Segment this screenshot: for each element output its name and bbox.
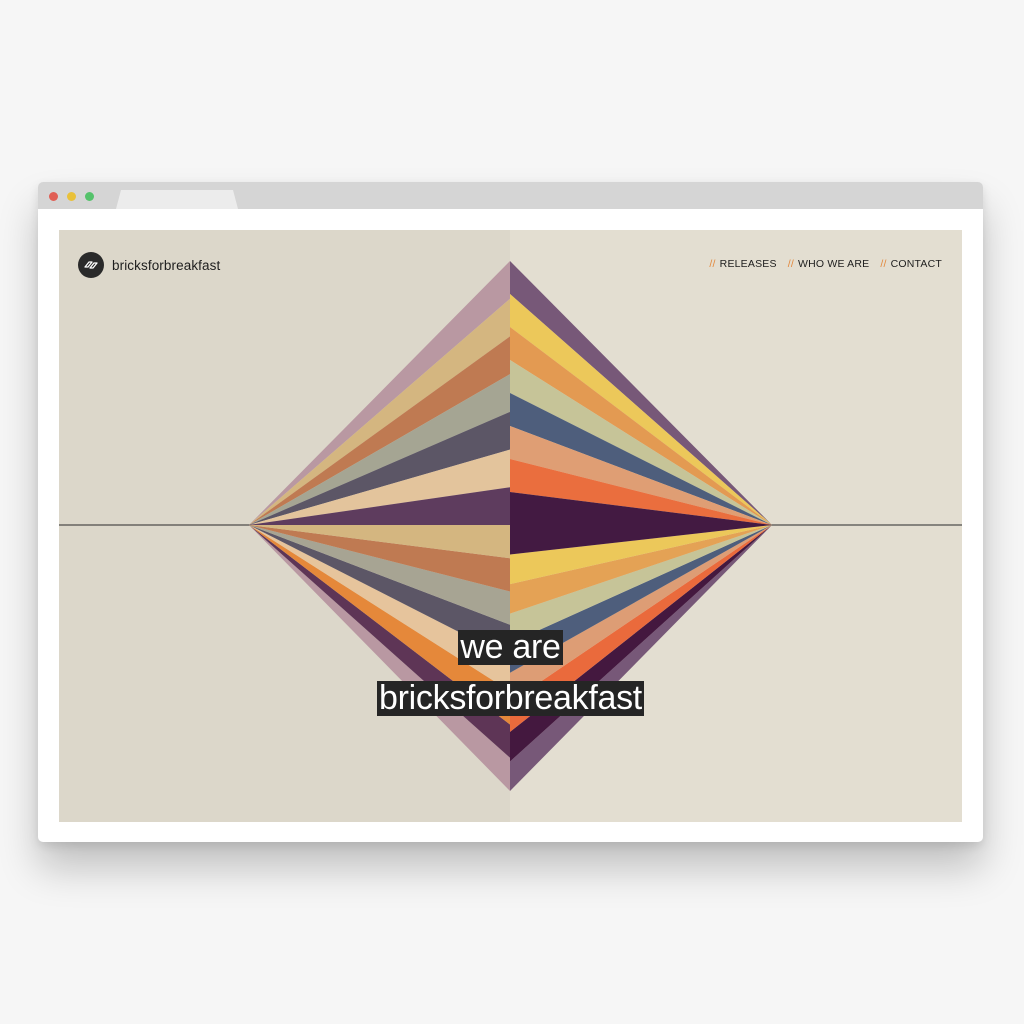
- website-canvas: bricksforbreakfast // RELEASES // WHO WE…: [59, 230, 962, 822]
- brand-name: bricksforbreakfast: [112, 257, 221, 273]
- nav-separator: //: [880, 258, 887, 270]
- brand-logo[interactable]: bricksforbreakfast: [78, 252, 220, 278]
- nav-label: RELEASES: [719, 258, 777, 270]
- nav-label: WHO WE ARE: [797, 258, 870, 270]
- hero-highlight: bricksforbreakfast: [377, 679, 644, 717]
- browser-window: bricksforbreakfast // RELEASES // WHO WE…: [38, 182, 983, 842]
- minimize-window-dot[interactable]: [67, 192, 76, 201]
- diamond-artwork: [59, 230, 962, 822]
- nav-label: CONTACT: [890, 258, 942, 270]
- nav-separator: //: [709, 258, 716, 270]
- main-nav: // RELEASES // WHO WE ARE // CONTACT: [709, 258, 942, 270]
- bricks-logo-icon: [78, 252, 104, 278]
- hero-line-1: we are: [59, 630, 962, 665]
- browser-toolbar: [38, 182, 983, 209]
- nav-releases[interactable]: // RELEASES: [709, 258, 776, 270]
- browser-tab[interactable]: [116, 190, 238, 209]
- nav-contact[interactable]: // CONTACT: [880, 258, 942, 270]
- maximize-window-dot[interactable]: [85, 192, 94, 201]
- nav-who-we-are[interactable]: // WHO WE ARE: [788, 258, 870, 270]
- hero-highlight: we are: [458, 628, 563, 666]
- nav-separator: //: [787, 258, 794, 270]
- close-window-dot[interactable]: [49, 192, 58, 201]
- hero-line-2: bricksforbreakfast: [59, 681, 962, 716]
